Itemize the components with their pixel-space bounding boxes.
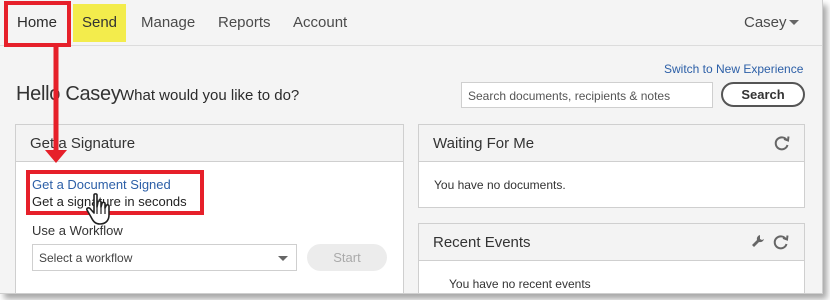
- annotation-arrow-icon: [45, 45, 67, 163]
- app-window: Home Send Manage Reports Account Casey S…: [0, 0, 823, 294]
- hand-cursor-icon: [86, 193, 110, 225]
